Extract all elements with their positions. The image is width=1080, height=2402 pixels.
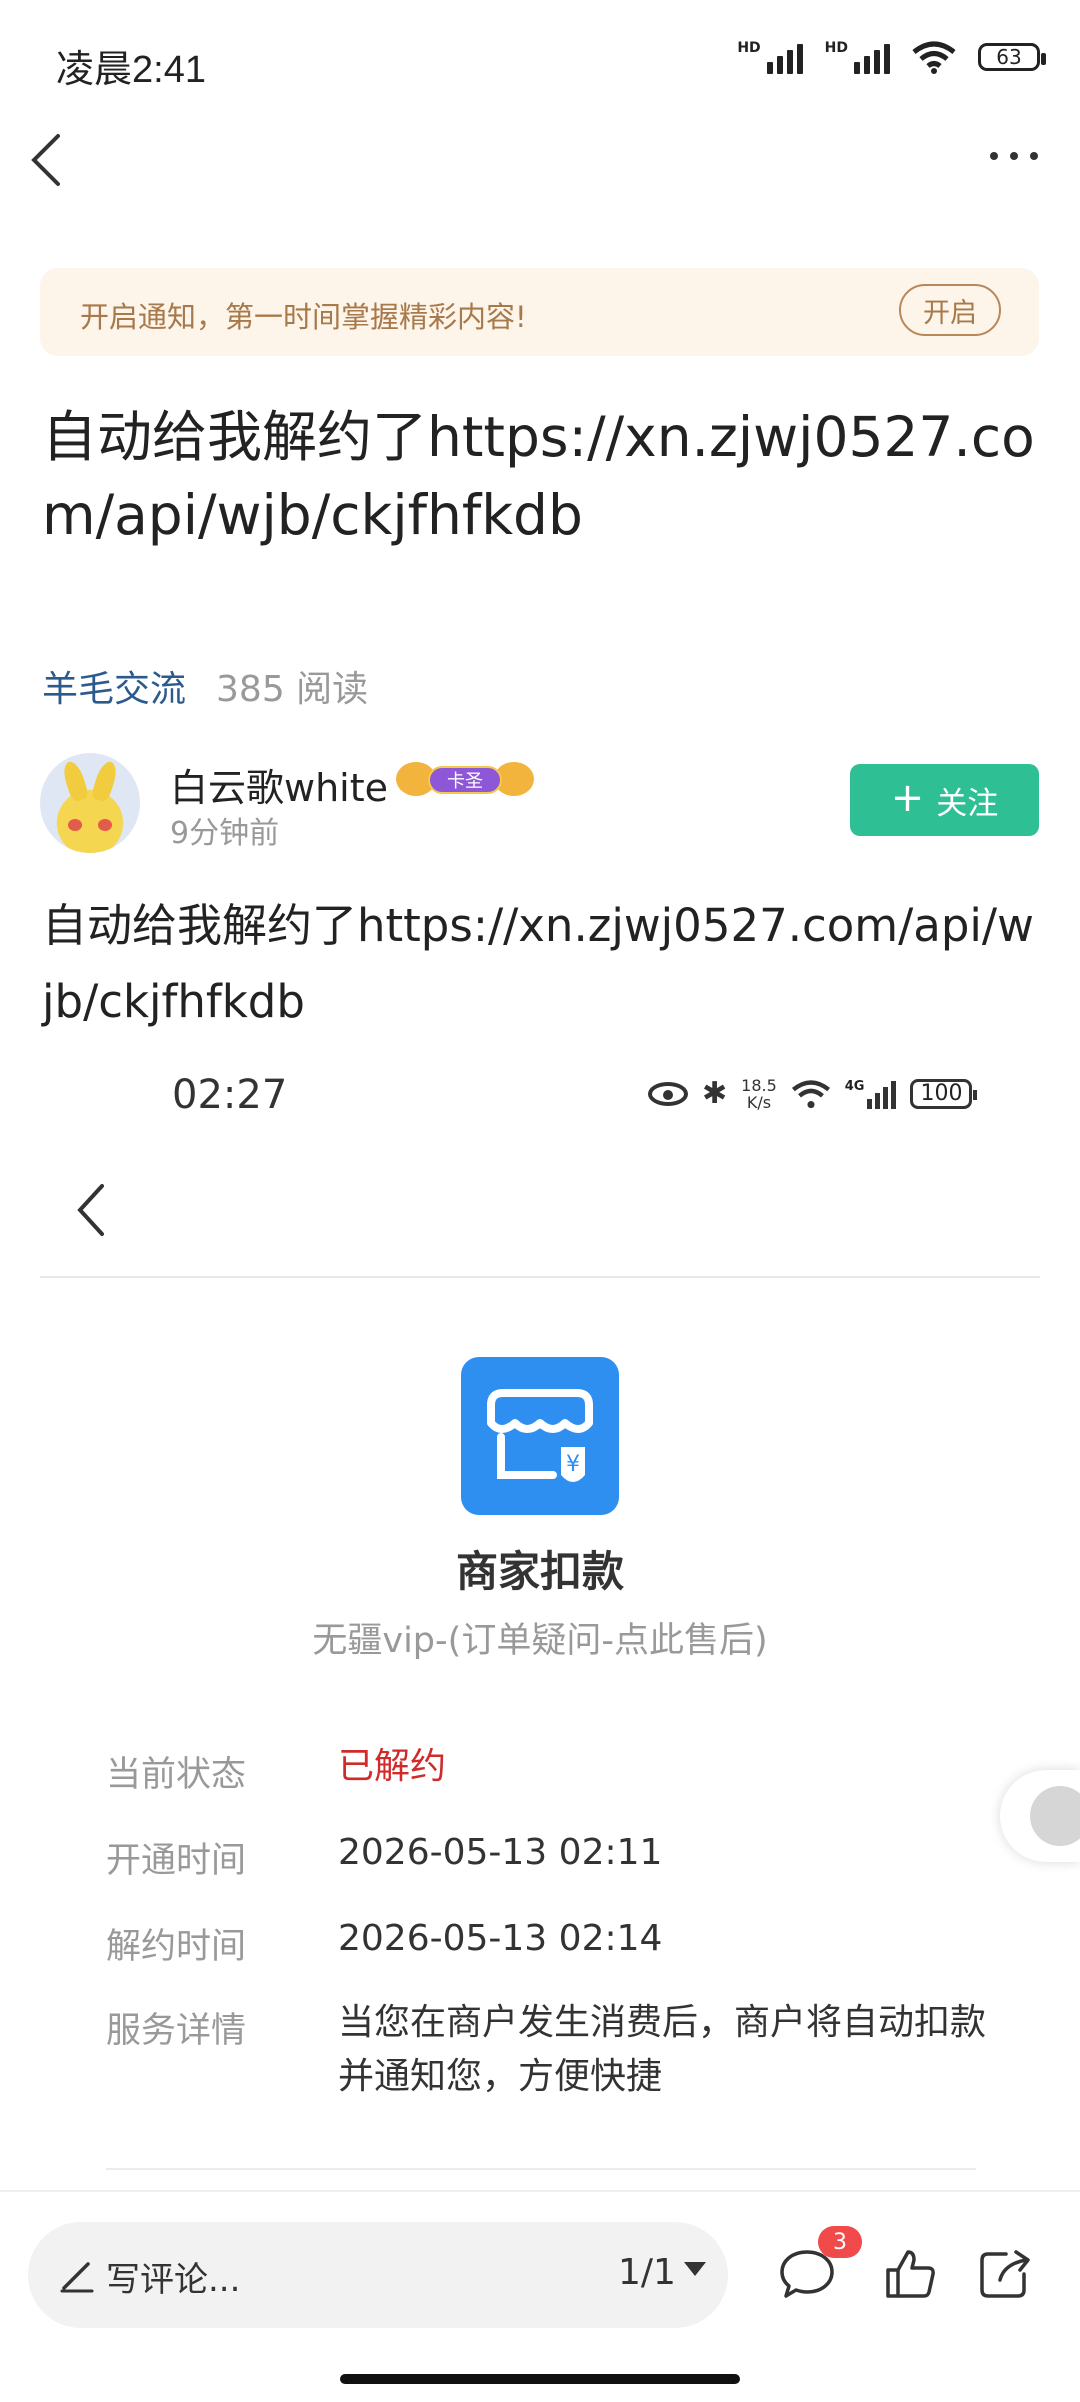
page-indicator[interactable]: 1/1 <box>618 2252 676 2293</box>
avatar[interactable] <box>40 753 140 853</box>
app-subtitle: 无疆vip-(订单疑问-点此售后) <box>312 1621 768 1661</box>
badge-label: 卡圣 <box>428 766 502 794</box>
network-type: 4G <box>844 1078 865 1094</box>
post-title: 自动给我解约了https://xn.zjwj0527.com/api/wjb/c… <box>42 405 1035 547</box>
battery-icon: 63 <box>978 43 1046 71</box>
status-time: 凌晨2:41 <box>56 49 206 91</box>
notice-text: 开启通知，第一时间掌握精彩内容! <box>80 300 527 334</box>
post-body: 自动给我解约了https://xn.zjwj0527.com/api/wjb/c… <box>42 899 1034 1028</box>
detail-label-service: 服务详情 <box>106 2011 247 2051</box>
enable-notification-button[interactable]: 开启 <box>899 284 1001 336</box>
app-title: 商家扣款 <box>455 1547 624 1596</box>
bluetooth-icon: ✱ <box>702 1076 728 1111</box>
detail-value-cancel-time: 2026-05-13 02:14 <box>338 1918 663 1959</box>
svg-text:¥: ¥ <box>566 1452 580 1477</box>
embedded-status-time: 02:27 <box>172 1072 288 1118</box>
plus-icon: + <box>890 775 925 821</box>
embedded-signal-icon: 4G <box>845 1079 897 1109</box>
notification-banner: 开启通知，第一时间掌握精彩内容! 开启 <box>40 268 1039 356</box>
embedded-divider <box>40 1276 1040 1278</box>
status-icons: HD HD 63 <box>737 40 1046 74</box>
detail-label-open-time: 开通时间 <box>106 1841 247 1881</box>
post-meta: 羊毛交流 385 阅读 <box>42 660 368 712</box>
post-time: 9分钟前 <box>170 816 280 851</box>
detail-label-cancel-time: 解约时间 <box>106 1927 247 1967</box>
author-name[interactable]: 白云歌white <box>170 757 388 812</box>
detail-value-open-time: 2026-05-13 02:11 <box>338 1832 663 1873</box>
signal-icon-2: HD <box>825 40 890 74</box>
more-options-icon[interactable] <box>990 152 1038 160</box>
pen-icon <box>60 2262 94 2293</box>
share-icon[interactable] <box>976 2244 1034 2302</box>
read-count: 385 阅读 <box>216 669 369 710</box>
hd-label: HD <box>737 40 761 56</box>
home-indicator[interactable] <box>340 2374 740 2384</box>
net-speed-unit: K/s <box>746 1092 772 1112</box>
like-icon[interactable] <box>880 2244 938 2302</box>
embedded-wifi-icon <box>791 1079 830 1108</box>
signal-icon: HD <box>737 40 803 74</box>
follow-label: 关注 <box>936 785 999 822</box>
embedded-battery-level: 100 <box>920 1081 963 1106</box>
battery-level: 63 <box>996 45 1022 69</box>
eye-icon <box>648 1081 688 1106</box>
wifi-icon <box>912 41 956 74</box>
embedded-battery-icon: 100 <box>910 1078 978 1109</box>
chevron-down-icon[interactable] <box>684 2262 706 2276</box>
hd-label-2: HD <box>824 40 848 56</box>
floating-assistant-button[interactable] <box>1000 1770 1080 1862</box>
detail-value-status: 已解约 <box>338 1746 447 1787</box>
embedded-back-icon <box>77 1184 104 1236</box>
embedded-status-icons: ✱ 18.5 K/s 4G 100 <box>648 1076 978 1111</box>
net-speed: 18.5 K/s <box>741 1077 777 1111</box>
detail-label-status: 当前状态 <box>106 1755 247 1795</box>
comment-count-badge: 3 <box>818 2226 862 2258</box>
net-speed-value: 18.5 <box>741 1075 777 1095</box>
detail-divider <box>106 2168 976 2170</box>
category-link[interactable]: 羊毛交流 <box>42 660 186 712</box>
back-icon[interactable] <box>26 132 68 188</box>
comment-placeholder[interactable]: 写评论... <box>106 2252 240 2301</box>
level-badge: 卡圣 <box>392 756 538 802</box>
merchant-store-icon: ¥ <box>461 1357 619 1515</box>
follow-button[interactable]: + 关注 <box>850 764 1039 836</box>
detail-value-service: 当您在商户发生消费后，商户将自动扣款并通知您，方便快捷 <box>338 2002 987 2097</box>
